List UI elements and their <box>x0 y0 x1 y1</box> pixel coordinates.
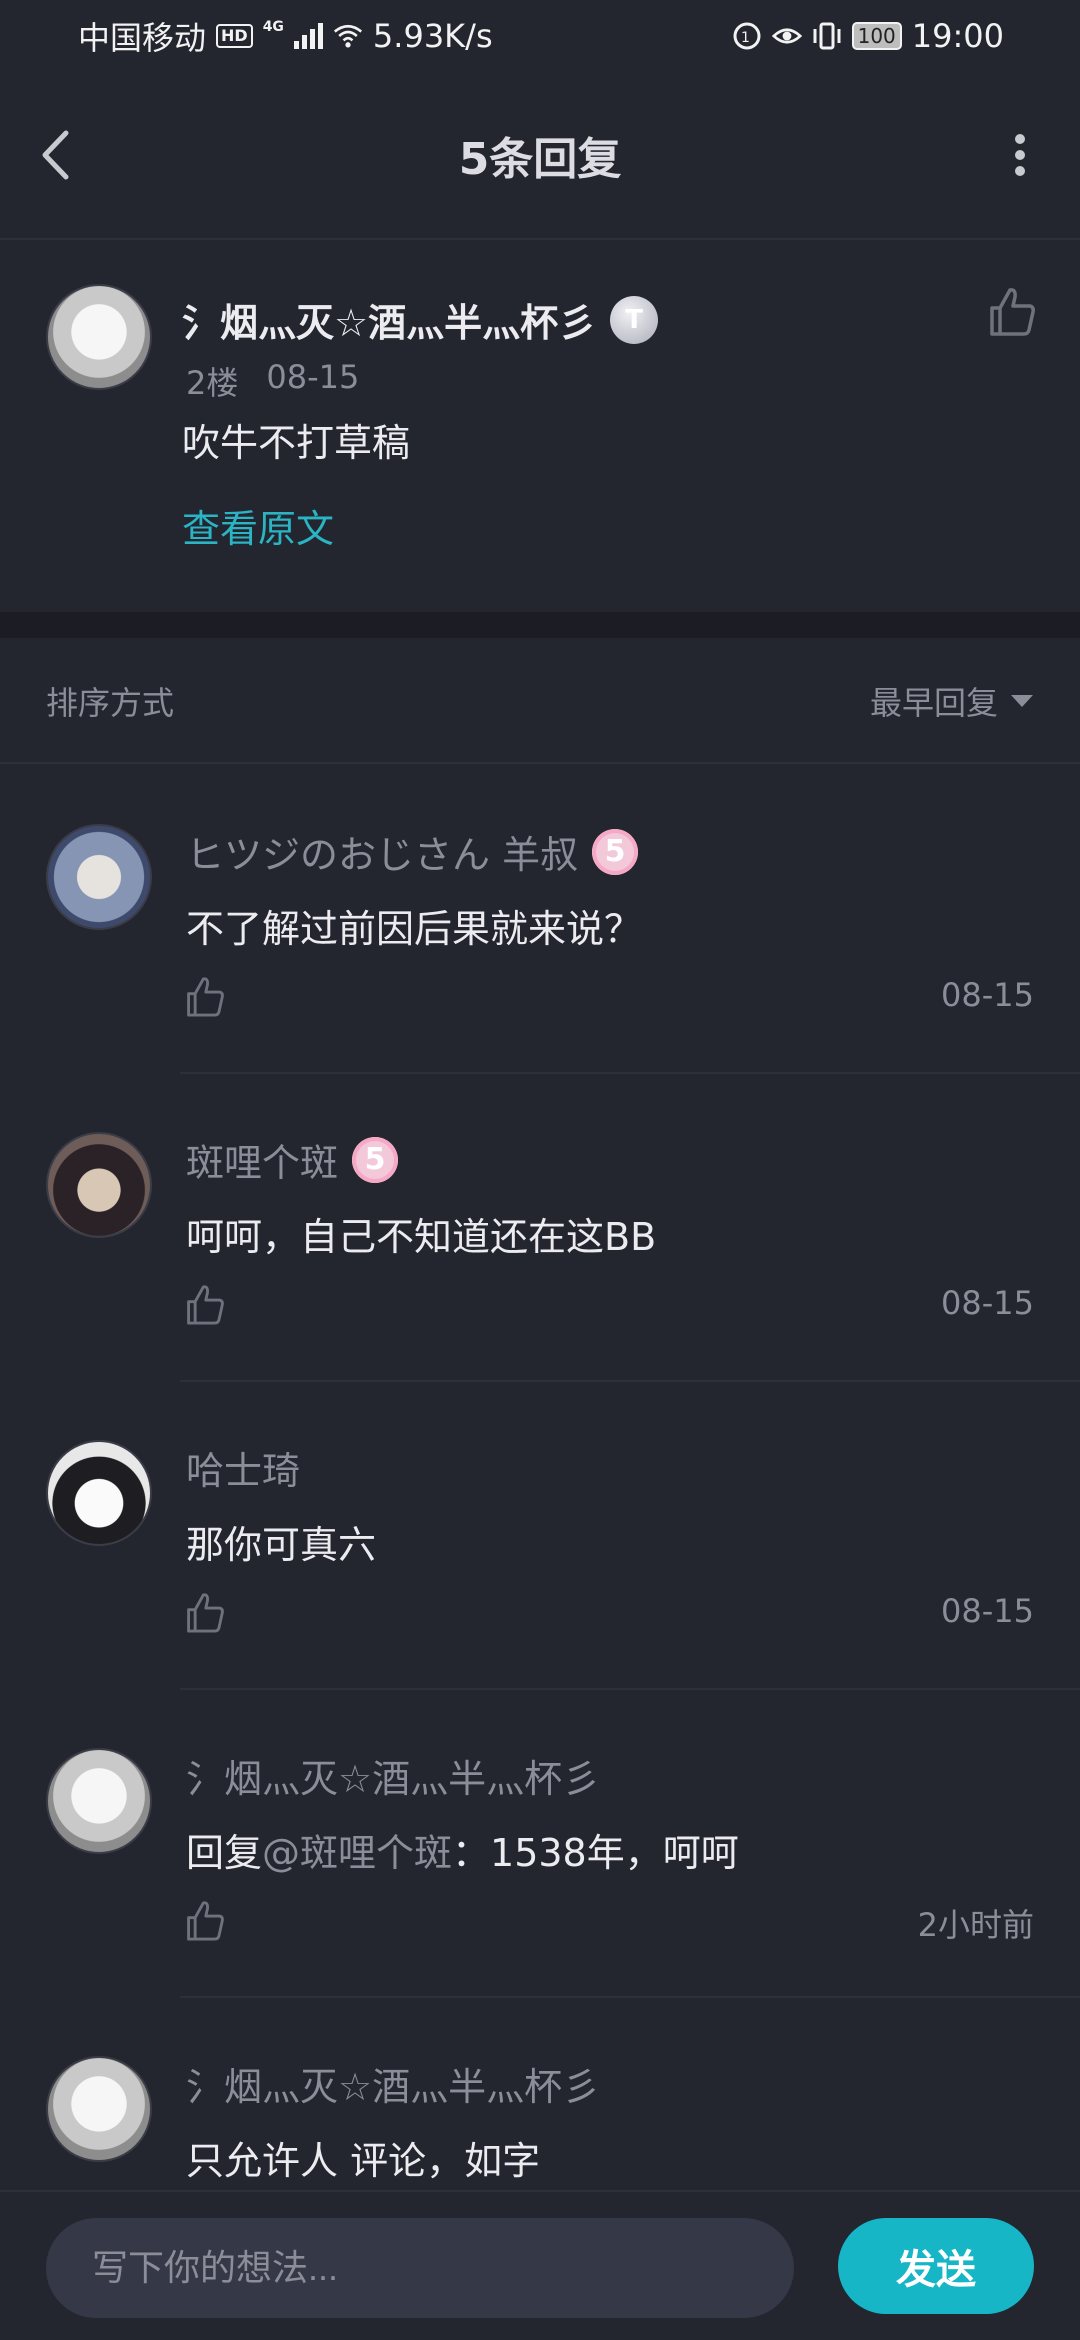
carrier-name: 中国移动 <box>78 19 207 57</box>
vibrate-icon <box>812 21 842 51</box>
view-original-link[interactable]: 查看原文 <box>182 498 334 553</box>
reply-content: 呵呵，自己不知道还在这BB <box>186 1215 657 1259</box>
comment-content: 吹牛不打草稿 <box>182 421 411 465</box>
level-badge: 5 <box>592 828 639 875</box>
data-saver-icon: 1 <box>732 21 762 51</box>
reply-time: 08-15 <box>941 976 1034 1014</box>
battery-icon: 100 <box>851 22 902 50</box>
reply-author: 氵烟灬灭☆酒灬半灬杯彡 <box>186 2056 600 2111</box>
more-vertical-icon <box>1015 134 1025 176</box>
like-button[interactable] <box>182 974 228 1020</box>
author-name[interactable]: 斑哩个斑 <box>186 1132 338 1187</box>
section-divider <box>0 612 1080 638</box>
network-speed: 5.93K/s <box>372 17 493 55</box>
reply-content: 回复@斑哩个斑：1538年，呵呵 <box>186 1822 739 1877</box>
original-comment: 氵烟灬灭☆酒灬半灬杯彡 T 2楼 08-15 吹牛不打草稿 查看原文 <box>0 240 1080 612</box>
avatar[interactable] <box>46 1132 152 1238</box>
thumbs-up-icon <box>990 288 1035 336</box>
reply-author: 哈士琦 <box>186 1440 300 1495</box>
avatar[interactable] <box>46 824 152 930</box>
avatar[interactable] <box>46 284 152 390</box>
caret-down-icon <box>1011 695 1033 707</box>
svg-text:1: 1 <box>741 30 750 46</box>
author-name[interactable]: ヒツジのおじさん 羊叔 <box>186 824 578 879</box>
status-bar: 中国移动 HD 4G 5.93K/s 1 100 19:00 <box>0 0 1080 72</box>
like-button[interactable] <box>182 1590 228 1636</box>
back-button[interactable] <box>40 125 90 185</box>
avatar[interactable] <box>46 1748 152 1854</box>
sort-label: 排序方式 <box>46 684 175 722</box>
reply-body: ：1538年，呵呵 <box>452 1831 739 1875</box>
reply-time: 2小时前 <box>917 1906 1034 1944</box>
comment-bar: 发送 <box>0 2190 1080 2340</box>
status-left: 中国移动 HD 4G 5.93K/s <box>78 13 493 59</box>
hd-badge: HD <box>216 24 253 48</box>
author-name[interactable]: 哈士琦 <box>186 1440 300 1495</box>
top-bar: 5条回复 <box>0 72 1080 240</box>
level-badge: 5 <box>352 1136 399 1183</box>
reply-prefix: 回复 <box>186 1831 263 1875</box>
reply-content: 那你可真六 <box>186 1523 377 1567</box>
reply-content: 只允许人 评论，如字 <box>186 2139 541 2183</box>
original-author: 氵烟灬灭☆酒灬半灬杯彡 T <box>182 292 659 347</box>
wifi-icon <box>333 21 363 51</box>
author-name[interactable]: 氵烟灬灭☆酒灬半灬杯彡 <box>186 2056 600 2111</box>
mention-link[interactable]: @斑哩个斑 <box>262 1831 452 1875</box>
sort-bar: 排序方式 最早回复 <box>0 640 1080 764</box>
signal-icon <box>293 23 323 49</box>
like-button[interactable] <box>182 1282 228 1328</box>
thumbs-up-icon <box>187 1593 224 1633</box>
chevron-left-icon <box>42 130 69 180</box>
comment-date: 08-15 <box>266 358 360 396</box>
avatar[interactable] <box>46 1440 152 1546</box>
author-name[interactable]: 氵烟灬灭☆酒灬半灬杯彡 <box>182 292 596 347</box>
reply-thread-page: 中国移动 HD 4G 5.93K/s 1 100 19:00 5条回复 氵烟灬灭… <box>0 0 1080 2340</box>
like-button[interactable] <box>984 284 1040 340</box>
reply-author: ヒツジのおじさん 羊叔 5 <box>186 824 639 879</box>
page-title: 5条回复 <box>458 134 622 185</box>
network-type: 4G <box>262 19 284 35</box>
clock: 19:00 <box>911 17 1004 55</box>
reply-item: 氵烟灬灭☆酒灬半灬杯彡 回复@斑哩个斑：1538年，呵呵 2小时前 <box>0 1690 1080 1998</box>
reply-author: 氵烟灬灭☆酒灬半灬杯彡 <box>186 1748 600 1803</box>
reply-item: ヒツジのおじさん 羊叔 5 不了解过前因后果就来说？ 08-15 <box>0 766 1080 1074</box>
more-options-button[interactable] <box>1000 125 1040 185</box>
eye-comfort-icon <box>771 21 802 51</box>
sort-dropdown[interactable]: 最早回复 <box>870 678 1034 724</box>
reply-item: 斑哩个斑 5 呵呵，自己不知道还在这BB 08-15 <box>0 1074 1080 1382</box>
user-badge: T <box>610 295 659 344</box>
like-button[interactable] <box>182 1898 228 1944</box>
reply-time: 08-15 <box>941 1284 1034 1322</box>
floor-number: 2楼 <box>186 364 239 402</box>
thumbs-up-icon <box>187 1901 224 1941</box>
thumbs-up-icon <box>187 1285 224 1325</box>
sort-value: 最早回复 <box>869 684 998 722</box>
comment-input[interactable] <box>46 2218 794 2318</box>
send-button[interactable]: 发送 <box>838 2218 1034 2314</box>
comment-meta: 2楼 08-15 <box>186 358 359 404</box>
thumbs-up-icon <box>187 977 224 1017</box>
reply-item: 哈士琦 那你可真六 08-15 <box>0 1382 1080 1690</box>
reply-author: 斑哩个斑 5 <box>186 1132 399 1187</box>
status-right: 1 100 19:00 <box>732 17 1004 55</box>
reply-time: 08-15 <box>941 1592 1034 1630</box>
reply-content: 不了解过前因后果就来说？ <box>186 907 643 951</box>
author-name[interactable]: 氵烟灬灭☆酒灬半灬杯彡 <box>186 1748 600 1803</box>
avatar[interactable] <box>46 2056 152 2162</box>
